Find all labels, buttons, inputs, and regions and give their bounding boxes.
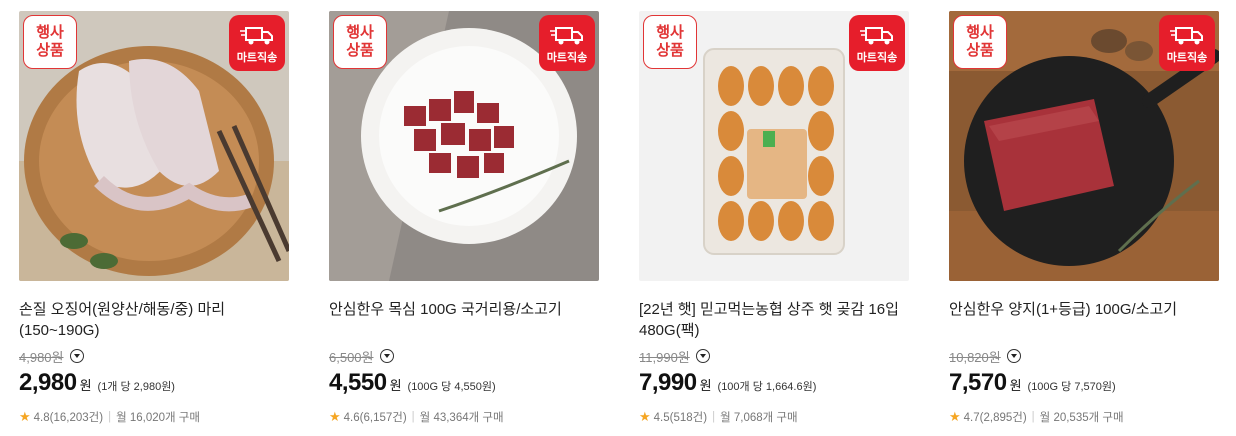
- divider: |: [411, 411, 415, 423]
- truck-icon: [240, 27, 273, 45]
- rating: 4.8(16,203건): [33, 412, 104, 424]
- product-card[interactable]: 행사 상품 마트직송 안심한우 양지(1+등급) 100G/소고기 10,820원…: [949, 11, 1219, 424]
- rating-row: ★ 4.5(518건) | 월 7,068개 구매: [639, 409, 798, 425]
- mart-delivery-badge: 마트직송: [849, 15, 905, 71]
- divider: |: [1031, 411, 1035, 423]
- mart-delivery-label: 마트직송: [236, 52, 278, 64]
- event-badge: 행사 상품: [953, 15, 1007, 69]
- truck-icon: [550, 27, 583, 45]
- mart-delivery-badge: 마트직송: [1159, 15, 1215, 71]
- star-icon: ★: [19, 409, 31, 424]
- divider: |: [712, 411, 716, 423]
- rating: 4.5(518건): [653, 412, 708, 424]
- product-card[interactable]: 행사 상품 마트직송 손질 오징어(원양산/해동/중) 마리 (150~190G)…: [19, 11, 289, 424]
- original-price: 6,500원: [329, 349, 374, 365]
- sale-price: 2,980: [19, 369, 77, 396]
- product-title[interactable]: 안심한우 양지(1+등급) 100G/소고기: [949, 299, 1219, 320]
- star-icon: ★: [329, 409, 341, 424]
- rating: 4.6(6,157건): [343, 412, 407, 424]
- event-badge: 행사 상품: [643, 15, 697, 69]
- original-price: 4,980원: [19, 349, 64, 365]
- currency: 원: [1009, 378, 1022, 393]
- unit-price: (1개 당 2,980원): [97, 381, 175, 393]
- unit-price: (100개 당 1,664.6원): [717, 381, 817, 393]
- mart-delivery-badge: 마트직송: [539, 15, 595, 71]
- dropdown-icon[interactable]: [69, 349, 84, 363]
- monthly-purchases: 월 7,068개 구매: [720, 412, 798, 424]
- original-price-row: 4,980원: [19, 346, 84, 366]
- product-grid: 행사 상품 마트직송 손질 오징어(원양산/해동/중) 마리 (150~190G)…: [0, 0, 1236, 436]
- original-price: 11,990원: [639, 349, 690, 365]
- currency: 원: [389, 378, 402, 393]
- product-card[interactable]: 행사 상품 마트직송 [22년 햇] 믿고먹는농협 상주 햇 곶감 16입 480…: [639, 11, 909, 424]
- mart-delivery-label: 마트직송: [856, 52, 898, 64]
- star-icon: ★: [949, 409, 961, 424]
- event-badge: 행사 상품: [23, 15, 77, 69]
- product-card[interactable]: 행사 상품 마트직송 안심한우 목심 100G 국거리용/소고기 6,500원 4…: [329, 11, 599, 424]
- product-image[interactable]: 행사 상품 마트직송: [639, 11, 909, 281]
- unit-price: (100G 당 7,570원): [1027, 381, 1116, 393]
- truck-icon: [1170, 27, 1203, 45]
- unit-price: (100G 당 4,550원): [407, 381, 496, 393]
- event-badge: 행사 상품: [333, 15, 387, 69]
- dropdown-icon[interactable]: [1006, 349, 1021, 363]
- product-image[interactable]: 행사 상품 마트직송: [329, 11, 599, 281]
- monthly-purchases: 월 43,364개 구매: [419, 412, 504, 424]
- price-row: 7,570 원 (100G 당 7,570원): [949, 369, 1116, 397]
- monthly-purchases: 월 20,535개 구매: [1039, 412, 1124, 424]
- mart-delivery-label: 마트직송: [546, 52, 588, 64]
- monthly-purchases: 월 16,020개 구매: [116, 412, 200, 424]
- divider: |: [108, 411, 112, 423]
- product-image[interactable]: 행사 상품 마트직송: [19, 11, 289, 281]
- sale-price: 7,570: [949, 369, 1007, 396]
- currency: 원: [79, 378, 92, 393]
- dropdown-icon[interactable]: [379, 349, 394, 363]
- sale-price: 7,990: [639, 369, 697, 396]
- rating-row: ★ 4.7(2,895건) | 월 20,535개 구매: [949, 409, 1124, 425]
- price-row: 2,980 원 (1개 당 2,980원): [19, 369, 175, 397]
- dropdown-icon[interactable]: [695, 349, 710, 363]
- rating-row: ★ 4.8(16,203건) | 월 16,020개 구매: [19, 409, 200, 425]
- original-price-row: 11,990원: [639, 346, 710, 366]
- mart-delivery-label: 마트직송: [1166, 52, 1208, 64]
- rating: 4.7(2,895건): [963, 412, 1027, 424]
- product-image[interactable]: 행사 상품 마트직송: [949, 11, 1219, 281]
- sale-price: 4,550: [329, 369, 387, 396]
- product-title[interactable]: 손질 오징어(원양산/해동/중) 마리 (150~190G): [19, 299, 289, 341]
- truck-icon: [860, 27, 893, 45]
- product-title[interactable]: [22년 햇] 믿고먹는농협 상주 햇 곶감 16입 480G(팩): [639, 299, 909, 341]
- mart-delivery-badge: 마트직송: [229, 15, 285, 71]
- currency: 원: [699, 378, 712, 393]
- original-price: 10,820원: [949, 349, 1001, 365]
- star-icon: ★: [639, 409, 651, 424]
- original-price-row: 10,820원: [949, 346, 1021, 366]
- original-price-row: 6,500원: [329, 346, 394, 366]
- product-title[interactable]: 안심한우 목심 100G 국거리용/소고기: [329, 299, 599, 320]
- price-row: 7,990 원 (100개 당 1,664.6원): [639, 369, 816, 397]
- rating-row: ★ 4.6(6,157건) | 월 43,364개 구매: [329, 409, 504, 425]
- price-row: 4,550 원 (100G 당 4,550원): [329, 369, 496, 397]
